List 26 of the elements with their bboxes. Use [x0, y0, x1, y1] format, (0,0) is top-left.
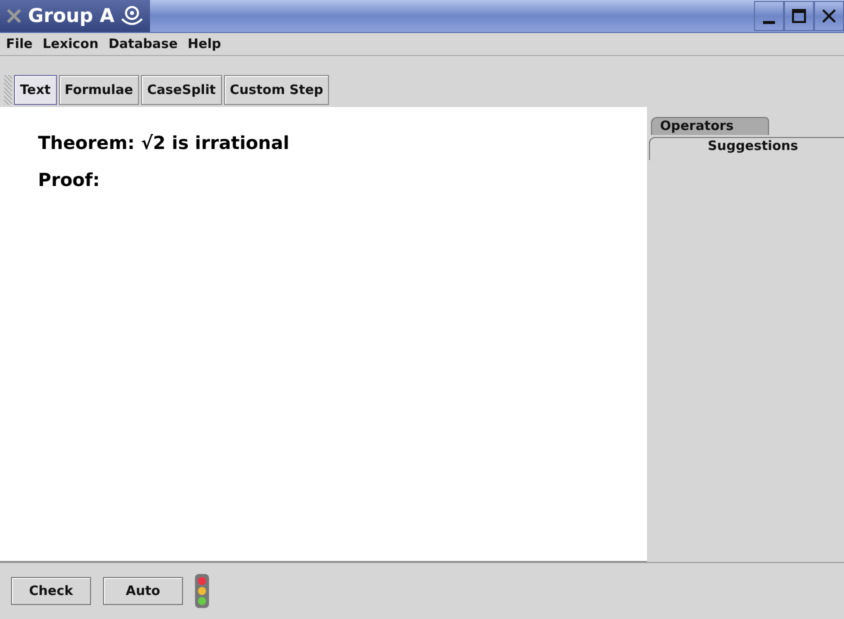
- panel-tab[interactable]: Suggestions: [649, 137, 844, 160]
- menu-item[interactable]: Help: [188, 36, 222, 52]
- close-button[interactable]: [814, 1, 844, 31]
- action-button[interactable]: Check: [11, 577, 91, 605]
- menu-item[interactable]: Lexicon: [42, 36, 98, 52]
- text-editor[interactable]: Theorem: √2 is irrational Proof:: [0, 107, 647, 562]
- action-button[interactable]: Auto: [103, 577, 183, 605]
- minimize-button[interactable]: [754, 1, 784, 31]
- toolbar-button[interactable]: CaseSplit: [141, 75, 222, 105]
- proof-text-line: Proof:: [38, 170, 101, 191]
- toolbar-grip[interactable]: [4, 75, 12, 105]
- minimize-icon: [763, 20, 775, 24]
- swirl-logo-icon: [120, 5, 144, 27]
- toolbar-button[interactable]: Custom Step: [224, 75, 330, 105]
- proof-text-line: Theorem: √2 is irrational: [38, 133, 290, 154]
- close-icon: [821, 8, 837, 24]
- maximize-button[interactable]: [784, 1, 814, 31]
- menu-item[interactable]: File: [6, 36, 33, 52]
- toolbar-button[interactable]: Text: [14, 75, 57, 105]
- x-logo-icon: [6, 8, 22, 24]
- traffic-light-icon: [195, 574, 209, 608]
- toolbar-button[interactable]: Formulae: [58, 75, 140, 105]
- maximize-icon: [791, 8, 807, 24]
- panel-tab[interactable]: Operators: [651, 117, 769, 135]
- window-title: Group A: [28, 5, 114, 27]
- menu-item[interactable]: Database: [108, 36, 178, 52]
